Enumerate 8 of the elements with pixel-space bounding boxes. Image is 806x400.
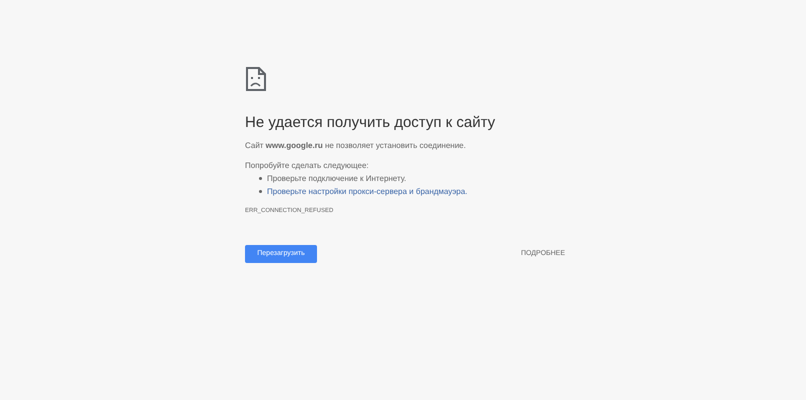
error-heading: Не удается получить доступ к сайту [245, 114, 496, 132]
suggestions-title: Попробуйте сделать следующее: [245, 160, 370, 171]
suggestion-text: Проверьте подключение к Интернету. [267, 173, 406, 184]
sad-page-icon [246, 67, 266, 91]
bullet-icon [259, 177, 262, 180]
proxy-settings-link[interactable]: Проверьте настройки прокси-сервера и брандмауэра. [267, 186, 468, 197]
error-message: Сайт www.google.ru не позволяет установить соединение. [245, 140, 467, 151]
bullet-icon [259, 190, 262, 193]
